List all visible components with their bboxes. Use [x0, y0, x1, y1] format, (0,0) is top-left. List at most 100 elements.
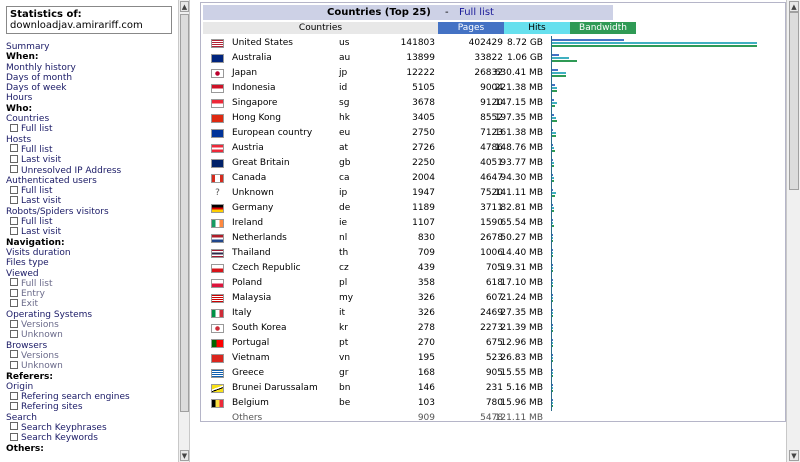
menu-link[interactable]: Hours: [6, 93, 178, 103]
menu-link[interactable]: Countries: [6, 114, 178, 124]
menu-sublink[interactable]: Unresolved IP Address: [6, 165, 178, 176]
menu-link[interactable]: Viewed: [6, 269, 178, 279]
pages-bar: [552, 249, 553, 251]
menu-sublink[interactable]: Full list: [6, 278, 178, 289]
flag-vn-icon: [211, 354, 224, 363]
menu-sublink[interactable]: Search Keyphrases: [6, 422, 178, 433]
bandwidth-value: 1.06 GB: [506, 53, 543, 63]
bandwidth-value: 15.55 MB: [500, 368, 543, 378]
bullet-icon: [10, 350, 18, 359]
hits-bar: [552, 42, 757, 44]
menu-link[interactable]: Summary: [6, 42, 178, 52]
flag-ca-icon: [211, 174, 224, 183]
menu-item-label: Versions: [21, 350, 59, 361]
country-code: it: [339, 308, 346, 318]
bandwidth-value: 50.27 MB: [500, 233, 543, 243]
bandwidth-value: 630.41 MB: [494, 68, 543, 78]
hits-bar: [552, 72, 566, 74]
bandwidth-value: 14.40 MB: [500, 248, 543, 258]
menu-item-label: Last visit: [21, 196, 62, 207]
menu-sublink[interactable]: Versions: [6, 350, 178, 361]
menu-sublink[interactable]: Refering sites: [6, 401, 178, 412]
menu-sublink[interactable]: Entry: [6, 288, 178, 300]
header-pages: Pages: [438, 22, 504, 34]
menu-sublink[interactable]: Full list: [6, 185, 178, 197]
full-list-link[interactable]: Full list: [459, 5, 494, 20]
menu-link[interactable]: Search: [6, 413, 178, 423]
main-scrollbar[interactable]: ▲ ▼: [786, 0, 800, 462]
menu-sublink[interactable]: Last visit: [6, 154, 178, 165]
menu-link[interactable]: Days of week: [6, 83, 178, 93]
country-name: Greece: [232, 368, 265, 378]
menu-item-label: Full list: [21, 186, 53, 197]
bar-group: [551, 306, 781, 321]
flag-gr-icon: [211, 369, 224, 378]
menu-sublink[interactable]: Last visit: [6, 195, 178, 207]
flag-eu-icon: [211, 129, 224, 138]
table-row: Czech Republic cz 439 705 19.31 MB: [201, 261, 787, 276]
bullet-icon: [10, 123, 18, 132]
menu-link[interactable]: Origin: [6, 382, 178, 392]
menu-sublink[interactable]: Unknown: [6, 329, 178, 340]
menu-link[interactable]: Visits duration: [6, 248, 178, 258]
menu-sublink[interactable]: Refering search engines: [6, 391, 178, 402]
country-name: Malaysia: [232, 293, 272, 303]
table-row: Belgium be 103 780 15.96 MB: [201, 396, 787, 411]
scroll-up-icon[interactable]: ▲: [180, 1, 189, 12]
table-row: Malaysia my 326 607 21.24 MB: [201, 291, 787, 306]
scroll-up-icon[interactable]: ▲: [789, 1, 799, 12]
bandwidth-bar: [552, 270, 553, 272]
bar-group: [551, 66, 781, 81]
bar-group: [551, 231, 781, 246]
menu-sublink[interactable]: Last visit: [6, 226, 178, 237]
sidebar-scrollbar[interactable]: ▲ ▼: [178, 0, 190, 462]
flag-my-icon: [211, 294, 224, 303]
menu-link[interactable]: Days of month: [6, 73, 178, 83]
scroll-down-icon[interactable]: ▼: [789, 450, 799, 461]
pages-value: 3678: [412, 98, 435, 108]
menu-link[interactable]: Hosts: [6, 135, 178, 145]
bandwidth-bar: [552, 210, 554, 212]
menu-link[interactable]: Files type: [6, 258, 178, 268]
menu-item-label: Monthly history: [6, 62, 76, 73]
bandwidth-bar: [552, 165, 555, 167]
pages-bar: [552, 339, 553, 341]
menu-link[interactable]: Monthly history: [6, 63, 178, 73]
country-code: ca: [339, 173, 350, 183]
country-code: au: [339, 53, 351, 63]
pages-bar: [552, 99, 554, 101]
menu-sublink[interactable]: Full list: [6, 144, 178, 155]
scroll-down-icon[interactable]: ▼: [180, 450, 189, 461]
menu-sublink[interactable]: Versions: [6, 319, 178, 330]
menu-sublink[interactable]: Full list: [6, 123, 178, 134]
table-row: Indonesia id 5105 9004 221.38 MB: [201, 81, 787, 96]
table-row: South Korea kr 278 2273 21.39 MB: [201, 321, 787, 336]
menu-item-label: Entry: [21, 289, 45, 300]
hits-bar: [552, 222, 553, 224]
country-code: us: [339, 38, 350, 48]
menu-link[interactable]: Robots/Spiders visitors: [6, 207, 178, 217]
country-code: id: [339, 83, 348, 93]
table-row: Vietnam vn 195 523 26.83 MB: [201, 351, 787, 366]
pages-value: 2726: [412, 143, 435, 153]
table-row: Singapore sg 3678 9120 147.15 MB: [201, 96, 787, 111]
table-row: Hong Kong hk 3405 8552 197.35 MB: [201, 111, 787, 126]
bar-group: [551, 126, 781, 141]
main-scroll-thumb[interactable]: [789, 12, 799, 190]
hits-bar: [552, 402, 553, 404]
menu-link[interactable]: Operating Systems: [6, 310, 178, 320]
flag-id-icon: [211, 84, 224, 93]
menu-item-label: Files type: [6, 258, 49, 269]
menu-link[interactable]: Browsers: [6, 341, 178, 351]
menu-sublink[interactable]: Unknown: [6, 360, 178, 371]
menu-item-label: Hours: [6, 93, 33, 104]
menu-sublink[interactable]: Exit: [6, 298, 178, 309]
menu-sublink[interactable]: Search Keywords: [6, 432, 178, 443]
menu-sublink[interactable]: Full list: [6, 216, 178, 227]
pages-bar: [552, 219, 553, 221]
panel-title-bar: Countries (Top 25) - Full list: [203, 5, 613, 20]
hits-bar: [552, 177, 555, 179]
sidebar-scroll-thumb[interactable]: [180, 14, 189, 412]
table-row: Poland pl 358 618 17.10 MB: [201, 276, 787, 291]
menu-link[interactable]: Authenticated users: [6, 176, 178, 186]
